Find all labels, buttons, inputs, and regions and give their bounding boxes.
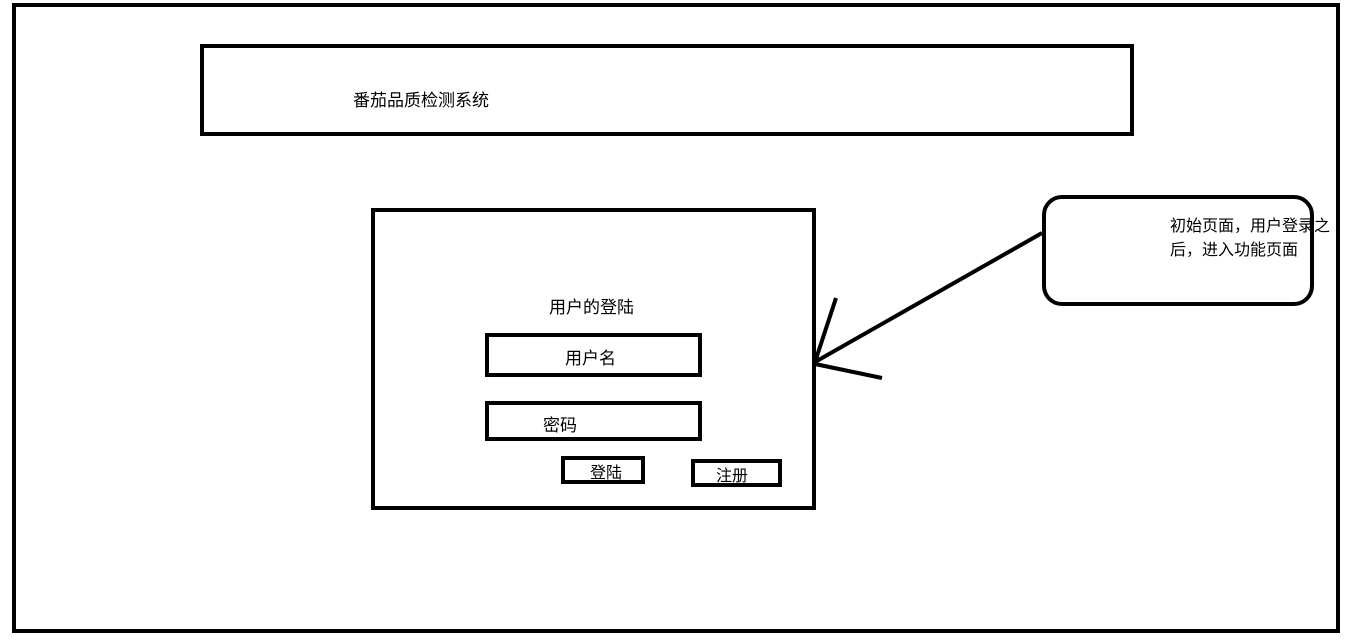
arrow-head-lower <box>814 362 883 380</box>
arrow-shaft <box>814 231 1043 364</box>
callout-arrow <box>813 231 1043 380</box>
